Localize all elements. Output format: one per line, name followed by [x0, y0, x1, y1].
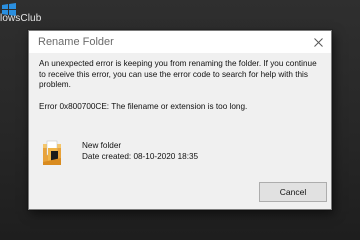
cancel-button[interactable]: Cancel: [259, 182, 327, 202]
dialog-body: An unexpected error is keeping you from …: [29, 53, 331, 209]
dialog-title: Rename Folder: [38, 36, 114, 48]
rename-folder-dialog: Rename Folder An unexpected error is kee…: [28, 30, 332, 210]
error-message: An unexpected error is keeping you from …: [39, 59, 317, 89]
folder-icon: [43, 140, 61, 165]
dialog-titlebar[interactable]: Rename Folder: [29, 31, 331, 53]
file-name: New folder: [82, 141, 122, 150]
date-created-label: Date created:: [82, 152, 132, 161]
close-button[interactable]: [305, 31, 331, 53]
close-icon: [313, 37, 323, 47]
site-brand-text: lowsClub: [0, 13, 42, 24]
error-code-text: Error 0x800700CE: The filename or extens…: [39, 102, 248, 111]
file-date-created: Date created: 08-10-2020 18:35: [82, 152, 198, 163]
date-created-value: 08-10-2020 18:35: [133, 152, 199, 161]
